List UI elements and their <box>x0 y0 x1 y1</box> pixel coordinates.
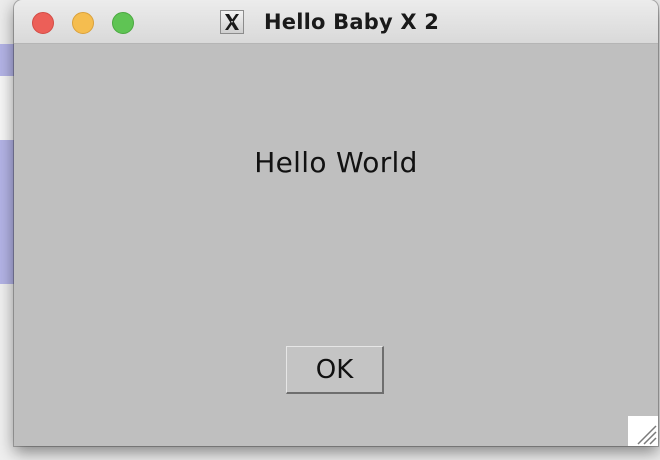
hello-message: Hello World <box>254 146 418 179</box>
window-title: Hello Baby X 2 <box>264 10 440 34</box>
minimize-button[interactable] <box>72 12 94 34</box>
ok-button[interactable]: OK <box>286 346 384 394</box>
x11-icon <box>220 10 244 34</box>
app-window: Hello Baby X 2 Hello World OK <box>14 0 658 446</box>
window-content: Hello World OK <box>14 44 658 446</box>
title-bar[interactable]: Hello Baby X 2 <box>14 0 658 44</box>
resize-grip-icon[interactable] <box>628 416 658 446</box>
close-button[interactable] <box>32 12 54 34</box>
window-title-group: Hello Baby X 2 <box>220 9 439 35</box>
zoom-button[interactable] <box>112 12 134 34</box>
